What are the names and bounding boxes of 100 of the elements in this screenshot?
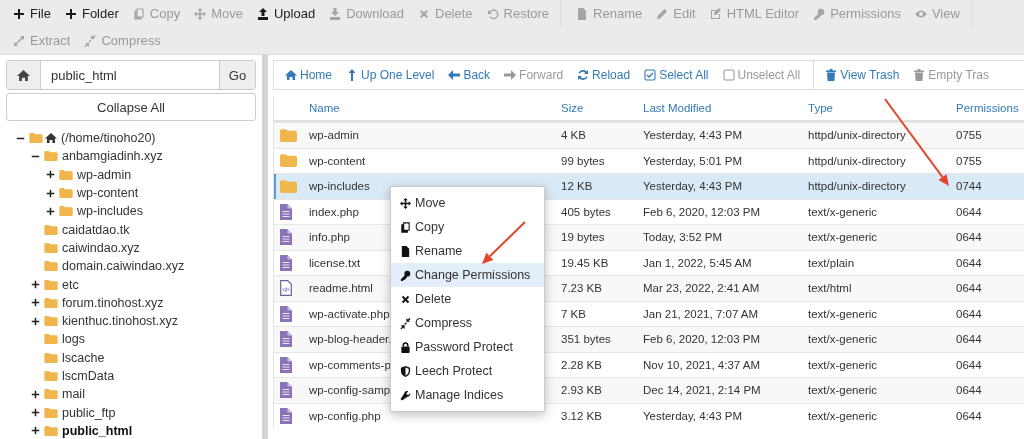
download-icon <box>329 7 342 20</box>
tree-item[interactable]: kienthuc.tinohost.xyz <box>62 314 179 329</box>
table-cell: text/x-generic <box>808 333 878 346</box>
toolbar-button[interactable]: Home <box>278 68 339 82</box>
square-icon <box>722 69 735 81</box>
document-icon <box>280 305 292 322</box>
key-icon <box>400 269 411 281</box>
table-cell: 0644 <box>956 358 982 371</box>
toolbar-button[interactable]: Up One Level <box>339 68 442 82</box>
toolbar-button[interactable]: Select All <box>637 68 716 82</box>
file-row[interactable]: wp-admin 4 KB Yesterday, 4:43 PM httpd/unix-directory 0755 <box>274 122 1024 148</box>
pencil-icon <box>656 7 669 20</box>
key-icon <box>813 7 826 20</box>
table-cell: text/x-generic <box>808 384 878 397</box>
tree-item[interactable]: lscmData <box>62 369 115 383</box>
folder-icon <box>29 133 43 144</box>
folder-icon <box>44 224 58 235</box>
toolbar-button[interactable]: Reload <box>570 68 638 82</box>
tree-item[interactable]: (/home/tinoho20) <box>61 131 156 146</box>
toolbar-button[interactable]: Back <box>441 68 498 82</box>
file-icon <box>576 7 589 20</box>
table-cell: Yesterday, 4:43 PM <box>643 129 743 142</box>
table-cell: 0644 <box>956 384 982 397</box>
plus-icon[interactable] <box>31 298 40 308</box>
tree-item[interactable]: wp-content <box>77 186 139 201</box>
folder-icon <box>280 179 297 193</box>
collapse-all-button[interactable]: Collapse All <box>6 93 256 121</box>
table-cell: httpd/unix-directory <box>808 129 906 142</box>
table-cell: 7.23 KB <box>561 282 602 295</box>
table-cell: Yesterday, 5:01 PM <box>643 154 743 167</box>
expand-icon <box>13 34 25 47</box>
plus-icon[interactable] <box>31 389 40 399</box>
tree-item[interactable]: public_ftp <box>62 405 116 420</box>
arrow-left-icon <box>448 69 461 81</box>
plus-icon[interactable] <box>46 170 55 180</box>
toolbar-button[interactable]: View Trash <box>818 68 907 82</box>
folder-icon <box>44 389 58 400</box>
column-header[interactable]: Last Modified <box>643 102 712 114</box>
plus-icon[interactable] <box>31 426 40 436</box>
trash-icon <box>913 69 926 81</box>
file-row[interactable]: wp-includes 12 KB Yesterday, 4:43 PM httpd/unix-directory 0744 <box>274 173 1024 199</box>
tree-item[interactable]: mail <box>62 387 85 402</box>
document-icon <box>280 254 292 271</box>
toolbar-button[interactable]: Folder <box>57 1 126 26</box>
copy-icon <box>132 7 145 20</box>
plus-icon[interactable] <box>46 206 55 216</box>
table-cell: text/x-generic <box>808 205 878 218</box>
table-cell: 0755 <box>956 154 982 167</box>
table-cell: 7 KB <box>561 307 586 320</box>
wrench-icon <box>400 389 411 401</box>
shield-icon <box>400 365 411 377</box>
tree-item[interactable]: caiwindao.xyz <box>62 240 140 255</box>
document-icon <box>280 382 292 399</box>
folder-icon <box>44 352 58 363</box>
move-icon <box>194 7 207 20</box>
tree-item[interactable]: etc <box>62 277 79 292</box>
column-header[interactable]: Permissions <box>956 102 1019 114</box>
undo-icon <box>486 7 499 20</box>
toolbar-button[interactable]: Upload <box>249 1 323 26</box>
plus-icon[interactable] <box>31 280 40 289</box>
tree-item[interactable]: wp-admin <box>77 167 132 182</box>
table-cell: 19 bytes <box>561 231 605 244</box>
table-cell: wp-config-samp <box>309 384 391 397</box>
tree-item[interactable]: domain.caiwindao.xyz <box>62 259 185 274</box>
table-cell: text/html <box>808 282 852 295</box>
column-header[interactable]: Size <box>561 102 584 114</box>
tree-item[interactable]: wp-includes <box>77 204 143 219</box>
folder-icon <box>44 279 58 290</box>
column-header[interactable]: Name <box>309 102 340 114</box>
upload-icon <box>256 7 269 20</box>
table-cell: wp-content <box>309 154 366 167</box>
tree-item[interactable]: public_html <box>62 423 133 438</box>
plus-icon[interactable] <box>31 316 40 326</box>
folder-icon <box>280 128 297 142</box>
table-cell: Jan 1, 2022, 5:45 AM <box>643 256 752 269</box>
trash-icon <box>825 69 838 81</box>
folder-icon <box>44 151 58 162</box>
table-cell: readme.html <box>309 282 373 295</box>
table-cell: 0644 <box>956 307 982 320</box>
plus-icon[interactable] <box>46 188 55 198</box>
column-header[interactable]: Type <box>808 102 833 114</box>
table-cell: 19.45 KB <box>561 256 609 269</box>
tree-item[interactable]: caidatdao.tk <box>62 222 130 237</box>
menu-item[interactable]: Change Permissions <box>391 263 544 287</box>
plus-icon <box>64 7 77 20</box>
tree-item[interactable]: forum.tinohost.xyz <box>62 295 164 310</box>
toolbar-button[interactable]: File <box>6 1 58 26</box>
home-icon <box>285 69 297 81</box>
table-cell: Jan 21, 2021, 7:07 AM <box>643 307 759 320</box>
tree-item[interactable]: anbamgiadinh.xyz <box>62 149 163 164</box>
file-icon <box>400 245 411 257</box>
arrow-up-icon <box>346 69 358 81</box>
folder-icon <box>44 316 58 327</box>
table-cell: text/x-generic <box>808 231 878 244</box>
tree-item[interactable]: lscache <box>62 350 105 365</box>
document-icon <box>280 229 292 246</box>
tree-item[interactable]: logs <box>62 332 85 347</box>
cross-icon <box>400 293 411 305</box>
table-cell: 12 KB <box>561 180 593 193</box>
plus-icon[interactable] <box>31 408 40 418</box>
